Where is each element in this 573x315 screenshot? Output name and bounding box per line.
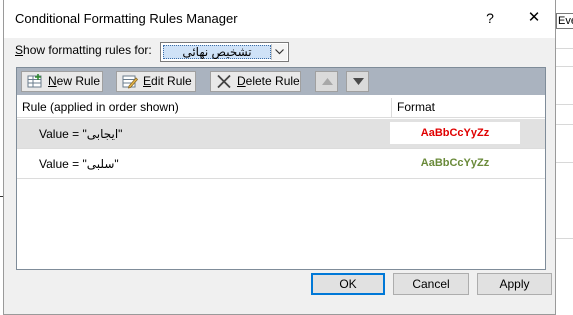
row-separator <box>17 178 545 179</box>
conditional-formatting-dialog: Conditional Formatting Rules Manager ? ✕… <box>3 0 556 315</box>
close-button[interactable]: ✕ <box>520 6 548 30</box>
edit-rule-label-rest: dit Rule <box>151 74 192 88</box>
show-rules-label: Show formatting rules for: <box>15 43 152 57</box>
delete-icon <box>217 74 231 89</box>
show-rules-dropdown[interactable]: تشخیص نهائی <box>160 42 289 62</box>
column-divider[interactable] <box>391 98 392 117</box>
rules-toolbar: New Rule Edit Rule Delete Rule <box>17 68 545 95</box>
background-gridline <box>556 124 573 125</box>
dialog-title: Conditional Formatting Rules Manager <box>15 11 238 26</box>
move-down-button[interactable] <box>346 71 369 92</box>
background-gridline <box>556 66 573 67</box>
new-rule-icon <box>27 74 42 88</box>
new-rule-label: New Rule <box>48 74 101 88</box>
arrow-down-icon <box>353 78 364 85</box>
rules-table-header: Rule (applied in order shown) Format <box>17 96 545 118</box>
show-rules-selected-value: تشخیص نهائی <box>163 45 271 59</box>
background-gridline <box>556 104 573 105</box>
show-rules-label-rest: how formatting rules for: <box>23 43 152 57</box>
edit-rule-label: Edit Rule <box>143 74 192 88</box>
column-header-rule: Rule (applied in order shown) <box>22 100 179 114</box>
background-gridline <box>556 162 573 163</box>
delete-rule-label: Delete Rule <box>237 74 300 88</box>
background-gridline <box>556 238 573 239</box>
format-preview: AaBbCcYyZz <box>390 122 520 144</box>
title-bar: Conditional Formatting Rules Manager ? ✕ <box>4 0 555 38</box>
cancel-button[interactable]: Cancel <box>393 273 469 295</box>
dropdown-arrow[interactable] <box>271 44 287 60</box>
rules-panel: New Rule Edit Rule Delete Rule Rule (app… <box>16 67 546 270</box>
edit-rule-button[interactable]: Edit Rule <box>116 71 196 92</box>
move-up-button[interactable] <box>315 71 338 92</box>
rule-description: Value = "سلبی" <box>39 157 119 171</box>
arrow-up-icon <box>322 78 333 85</box>
chevron-down-icon <box>275 49 284 55</box>
ok-button[interactable]: OK <box>311 273 385 295</box>
delete-rule-button[interactable]: Delete Rule <box>210 71 301 92</box>
table-row[interactable]: Value = "ایجابی" AaBbCcYyZz <box>17 119 545 148</box>
edit-rule-icon <box>122 75 138 89</box>
background-gridline <box>556 48 573 49</box>
new-rule-button[interactable]: New Rule <box>21 71 103 92</box>
format-preview: AaBbCcYyZz <box>390 152 520 174</box>
new-rule-label-rest: ew Rule <box>56 74 101 88</box>
table-row[interactable]: Value = "سلبی" AaBbCcYyZz <box>17 149 545 178</box>
background-cell: Eve <box>556 13 573 29</box>
help-button[interactable]: ? <box>477 6 503 30</box>
rule-description: Value = "ایجابی" <box>39 127 123 141</box>
apply-button[interactable]: Apply <box>477 273 552 295</box>
delete-rule-label-rest: elete Rule <box>245 74 300 88</box>
column-header-format: Format <box>397 100 436 114</box>
